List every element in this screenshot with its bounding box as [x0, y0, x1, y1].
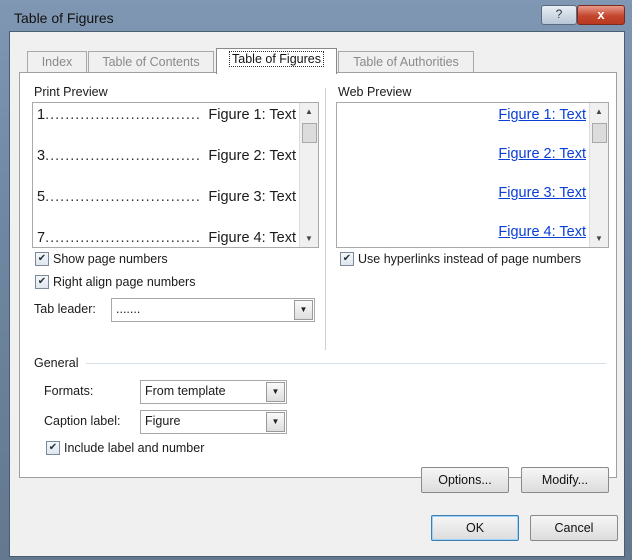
web-preview-box: Figure 1: Text Figure 2: Text Figure 3: … — [336, 102, 609, 248]
include-label-checkbox[interactable]: ✔ — [46, 441, 60, 455]
caption-label-value: Figure — [145, 414, 181, 428]
scroll-up-icon[interactable]: ▲ — [590, 107, 608, 116]
web-preview-link[interactable]: Figure 4: Text — [498, 224, 586, 240]
print-preview-row: 1............................... Figure 1… — [37, 107, 296, 123]
scroll-thumb[interactable] — [302, 123, 317, 143]
print-preview-box: 1............................... Figure 1… — [32, 102, 319, 248]
entry-text: Figure 4: Text — [208, 230, 296, 246]
tab-label: Table of Contents — [102, 55, 200, 69]
close-button[interactable]: x — [577, 5, 625, 25]
page-number: 5 — [37, 189, 46, 205]
cancel-button[interactable]: Cancel — [530, 515, 618, 541]
web-preview-scrollbar[interactable]: ▲ ▼ — [589, 103, 608, 247]
tab-leader-label: Tab leader: — [34, 302, 96, 316]
tab-table-of-contents[interactable]: Table of Contents — [88, 51, 214, 72]
page-number: 3 — [37, 148, 46, 164]
column-divider — [325, 88, 326, 350]
tab-leader-select[interactable]: ....... ▼ — [111, 298, 315, 322]
general-separator — [86, 363, 606, 364]
show-page-numbers-label: Show page numbers — [53, 252, 168, 266]
scroll-down-icon[interactable]: ▼ — [300, 234, 318, 243]
tab-leader-dots: ............................... — [45, 148, 201, 164]
tab-table-of-authorities[interactable]: Table of Authorities — [338, 51, 474, 72]
page-number: 1 — [37, 107, 46, 123]
formats-value: From template — [145, 384, 226, 398]
help-button[interactable]: ? — [541, 5, 577, 25]
tab-index[interactable]: Index — [27, 51, 87, 72]
scroll-up-icon[interactable]: ▲ — [300, 107, 318, 116]
right-align-checkbox[interactable]: ✔ — [35, 275, 49, 289]
use-hyperlinks-label: Use hyperlinks instead of page numbers — [358, 252, 582, 266]
use-hyperlinks-checkbox[interactable]: ✔ — [340, 252, 354, 266]
options-button[interactable]: Options... — [421, 467, 509, 493]
include-label-text: Include label and number — [64, 441, 205, 455]
close-icon: x — [597, 7, 605, 22]
print-preview-label: Print Preview — [34, 85, 108, 99]
tab-leader-dots: ............................... — [45, 107, 201, 123]
scroll-down-icon[interactable]: ▼ — [590, 234, 608, 243]
web-preview-link[interactable]: Figure 3: Text — [498, 185, 586, 201]
formats-label: Formats: — [44, 384, 94, 398]
tab-leader-value: ....... — [116, 302, 141, 316]
dropdown-arrow-icon[interactable]: ▼ — [294, 300, 313, 320]
entry-text: Figure 1: Text — [208, 107, 296, 123]
check-icon: ✔ — [37, 253, 47, 264]
ok-button[interactable]: OK — [431, 515, 519, 541]
dialog-title: Table of Figures — [14, 10, 114, 26]
tab-label: Index — [41, 55, 73, 69]
scroll-thumb[interactable] — [592, 123, 607, 143]
print-preview-row: 7............................... Figure 4… — [37, 230, 296, 246]
tab-label: Table of Figures — [229, 51, 324, 67]
dropdown-arrow-icon[interactable]: ▼ — [266, 382, 285, 402]
formats-select[interactable]: From template ▼ — [140, 380, 287, 404]
entry-text: Figure 2: Text — [208, 148, 296, 164]
check-icon: ✔ — [37, 276, 47, 287]
tab-table-of-figures[interactable]: Table of Figures — [216, 48, 337, 74]
tab-leader-dots: ............................... — [45, 230, 201, 246]
help-icon: ? — [555, 7, 563, 21]
page-number: 7 — [37, 230, 46, 246]
print-preview-scrollbar[interactable]: ▲ ▼ — [299, 103, 318, 247]
web-preview-link[interactable]: Figure 1: Text — [498, 107, 586, 123]
modify-button[interactable]: Modify... — [521, 467, 609, 493]
tab-leader-dots: ............................... — [45, 189, 201, 205]
print-preview-row: 3............................... Figure 2… — [37, 148, 296, 164]
check-icon: ✔ — [342, 253, 352, 264]
general-section-label: General — [34, 356, 79, 370]
check-icon: ✔ — [48, 442, 58, 453]
web-preview-link[interactable]: Figure 2: Text — [498, 146, 586, 162]
entry-text: Figure 3: Text — [208, 189, 296, 205]
right-align-label: Right align page numbers — [53, 275, 196, 289]
show-page-numbers-checkbox[interactable]: ✔ — [35, 252, 49, 266]
tab-label: Table of Authorities — [353, 55, 459, 69]
caption-label-label: Caption label: — [44, 414, 121, 428]
caption-label-select[interactable]: Figure ▼ — [140, 410, 287, 434]
web-preview-label: Web Preview — [338, 85, 412, 99]
print-preview-row: 5............................... Figure 3… — [37, 189, 296, 205]
dropdown-arrow-icon[interactable]: ▼ — [266, 412, 285, 432]
